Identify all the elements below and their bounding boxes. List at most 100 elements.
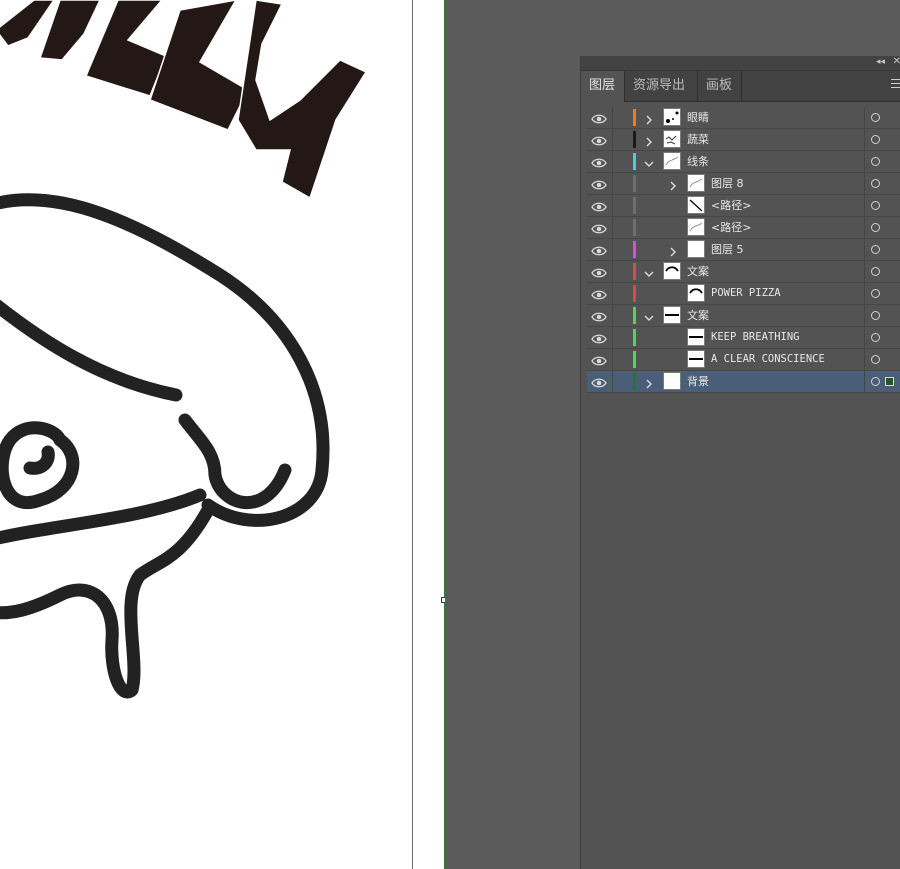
eye-icon[interactable]: [591, 353, 607, 367]
target-circle-icon[interactable]: [871, 289, 880, 298]
artboard[interactable]: [0, 0, 412, 869]
chevron-right-icon[interactable]: [644, 375, 654, 389]
target-circle-icon[interactable]: [871, 201, 880, 210]
eye-icon[interactable]: [591, 331, 607, 345]
layer-name[interactable]: 线条: [687, 151, 709, 172]
tab-artboards[interactable]: 画板: [698, 71, 742, 101]
layer-thumbnail: [663, 130, 681, 148]
selection-indicator-icon[interactable]: [885, 377, 894, 386]
column-divider: [612, 151, 613, 172]
close-icon[interactable]: ✕: [893, 56, 900, 67]
layer-name[interactable]: KEEP BREATHING: [711, 327, 800, 348]
layer-row[interactable]: 文案: [587, 261, 900, 283]
target-circle-icon[interactable]: [871, 355, 880, 364]
layer-name[interactable]: 蔬菜: [687, 129, 709, 150]
layer-thumbnail: [687, 196, 705, 214]
column-divider: [864, 349, 865, 370]
panel-tab-bar: 图层 资源导出 画板: [581, 71, 900, 102]
chevron-right-icon[interactable]: [668, 177, 678, 191]
target-circle-icon[interactable]: [871, 135, 880, 144]
column-divider: [864, 261, 865, 282]
layer-name[interactable]: POWER PIZZA: [711, 283, 781, 304]
pizza-artwork: [0, 0, 368, 699]
tab-asset-export[interactable]: 资源导出: [625, 71, 698, 101]
eye-icon[interactable]: [591, 243, 607, 257]
layer-thumbnail: [663, 152, 681, 170]
column-divider: [612, 239, 613, 260]
layer-name[interactable]: 眼睛: [687, 107, 709, 128]
panel-menu-icon[interactable]: [891, 79, 900, 89]
layer-row[interactable]: 线条: [587, 151, 900, 173]
column-divider: [864, 129, 865, 150]
target-circle-icon[interactable]: [871, 179, 880, 188]
target-circle-icon[interactable]: [871, 333, 880, 342]
target-circle-icon[interactable]: [871, 377, 880, 386]
layer-color-bar: [633, 351, 636, 368]
column-divider: [612, 305, 613, 326]
chevron-right-icon[interactable]: [644, 133, 654, 147]
layer-name[interactable]: 图层 5: [711, 239, 744, 260]
layer-thumbnail: [663, 372, 681, 390]
column-divider: [864, 151, 865, 172]
target-circle-icon[interactable]: [871, 245, 880, 254]
layer-color-bar: [633, 263, 636, 280]
eye-icon[interactable]: [591, 133, 607, 147]
layer-row[interactable]: 眼睛: [587, 107, 900, 129]
layer-list: 眼睛 蔬菜 线条 图层 8 <路径> <路径> 图层 5 文案 POWER PIZZA 文案 KEE…: [587, 107, 900, 393]
chevron-right-icon[interactable]: [668, 243, 678, 257]
target-circle-icon[interactable]: [871, 157, 880, 166]
eye-icon[interactable]: [591, 111, 607, 125]
column-divider: [864, 217, 865, 238]
layer-row[interactable]: 背景: [587, 371, 900, 393]
column-divider: [612, 349, 613, 370]
chevron-right-icon[interactable]: [644, 111, 654, 125]
target-circle-icon[interactable]: [871, 311, 880, 320]
column-divider: [612, 217, 613, 238]
layer-row[interactable]: <路径>: [587, 217, 900, 239]
eye-icon[interactable]: [591, 177, 607, 191]
layer-name[interactable]: 图层 8: [711, 173, 744, 194]
layer-row[interactable]: POWER PIZZA: [587, 283, 900, 305]
eye-icon[interactable]: [591, 309, 607, 323]
layer-name[interactable]: A CLEAR CONSCIENCE: [711, 349, 825, 370]
column-divider: [864, 371, 865, 392]
layer-row[interactable]: 图层 5: [587, 239, 900, 261]
target-circle-icon[interactable]: [871, 113, 880, 122]
eye-icon[interactable]: [591, 155, 607, 169]
layer-name[interactable]: 背景: [687, 371, 709, 392]
layer-name[interactable]: <路径>: [711, 217, 751, 238]
chevron-down-icon[interactable]: [644, 265, 654, 277]
column-divider: [864, 173, 865, 194]
layer-row[interactable]: KEEP BREATHING: [587, 327, 900, 349]
target-circle-icon[interactable]: [871, 267, 880, 276]
column-divider: [612, 371, 613, 392]
layer-row[interactable]: A CLEAR CONSCIENCE: [587, 349, 900, 371]
eye-icon[interactable]: [591, 199, 607, 213]
pasteboard-strip: [413, 0, 444, 869]
column-divider: [612, 283, 613, 304]
layer-color-bar: [633, 285, 636, 302]
chevron-down-icon[interactable]: [644, 309, 654, 321]
column-divider: [864, 305, 865, 326]
chevron-down-icon[interactable]: [644, 155, 654, 167]
layer-name[interactable]: <路径>: [711, 195, 751, 216]
layer-color-bar: [633, 241, 636, 258]
layer-row[interactable]: <路径>: [587, 195, 900, 217]
layer-name[interactable]: 文案: [687, 261, 709, 282]
double-chevron-left-icon[interactable]: ◂◂: [876, 57, 885, 67]
column-divider: [612, 129, 613, 150]
layer-row[interactable]: 蔬菜: [587, 129, 900, 151]
target-circle-icon[interactable]: [871, 223, 880, 232]
eye-icon[interactable]: [591, 375, 607, 389]
column-divider: [864, 283, 865, 304]
eye-icon[interactable]: [591, 287, 607, 301]
power-pizza-lettering: [0, 0, 368, 200]
panel-title-bar[interactable]: ◂◂ ✕: [581, 56, 900, 71]
layer-name[interactable]: 文案: [687, 305, 709, 326]
layer-row[interactable]: 文案: [587, 305, 900, 327]
tab-layers[interactable]: 图层: [581, 71, 625, 102]
eye-icon[interactable]: [591, 221, 607, 235]
layer-row[interactable]: 图层 8: [587, 173, 900, 195]
column-divider: [864, 195, 865, 216]
eye-icon[interactable]: [591, 265, 607, 279]
